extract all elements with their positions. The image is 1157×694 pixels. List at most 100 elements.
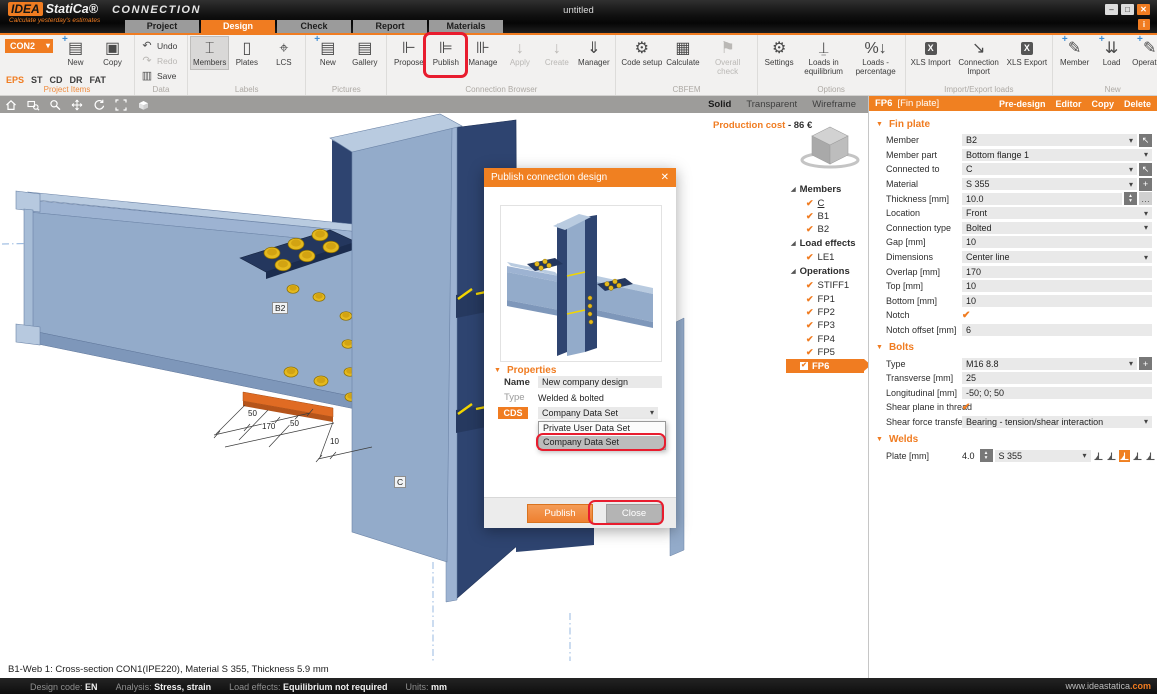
tab-project[interactable]: Project [125, 20, 199, 33]
field-value[interactable]: Front▾ [962, 207, 1152, 219]
weld-type-icon-3[interactable] [1119, 450, 1130, 462]
check-icon[interactable]: ✔ [806, 198, 814, 209]
field-value[interactable]: -50; 0; 50 [962, 387, 1152, 399]
cds-select[interactable]: Company Data Set ▾ [538, 407, 658, 419]
ribbon-button-new[interactable]: ▤+New [57, 37, 94, 69]
field-value[interactable]: C▾ [962, 163, 1137, 175]
ribbon-button-lcs[interactable]: ⌖LCS [265, 37, 302, 69]
ribbon-button-xls-import[interactable]: XXLS Import [909, 37, 953, 69]
field-value[interactable]: Bottom flange 1▾ [962, 149, 1152, 161]
collapse-icon[interactable]: ◢ [791, 186, 796, 193]
website-link[interactable]: www.ideastatica.com [1065, 681, 1157, 691]
weld-type-icon-4[interactable] [1132, 450, 1143, 462]
ribbon-button-loads-percentage[interactable]: %↓Loads - percentage [850, 37, 902, 77]
properties-section[interactable]: ▼ Properties [494, 365, 556, 376]
tree-item-fp2[interactable]: ✔FP2 [784, 306, 864, 319]
field-value[interactable]: B2▾ [962, 134, 1137, 146]
add-button[interactable]: + [1139, 178, 1152, 191]
field-value[interactable]: 10 [962, 280, 1152, 292]
view-mode-solid[interactable]: Solid [708, 99, 731, 110]
field-value[interactable]: M16 8.8▾ [962, 358, 1137, 370]
ribbon-button-overall-check[interactable]: ⚑Overall check [702, 37, 754, 77]
weld-type-icon-5[interactable] [1145, 450, 1156, 462]
field-value[interactable]: 170 [962, 266, 1152, 278]
add-button[interactable]: + [1139, 357, 1152, 370]
tree-item-b2[interactable]: ✔B2 [784, 223, 864, 236]
ribbon-button-code-setup[interactable]: ⚙Code setup [619, 37, 664, 69]
ribbon-button-load[interactable]: ⇊+Load [1093, 37, 1130, 69]
pan-icon[interactable] [66, 97, 88, 112]
tree-item-c[interactable]: ✔C [784, 197, 864, 210]
viewport-3d[interactable]: SolidTransparentWireframe [0, 96, 868, 661]
ribbon-button-undo[interactable]: ↶Undo [138, 39, 184, 52]
ribbon-button-operation[interactable]: ✎+Operation [1130, 37, 1157, 69]
tab-report[interactable]: Report [353, 20, 427, 33]
field-value[interactable]: Center line▾ [962, 251, 1152, 263]
ribbon-button-connection-import[interactable]: ↘Connection Import [953, 37, 1005, 77]
field-value[interactable]: Bearing - tension/shear interaction▾ [962, 416, 1152, 428]
ribbon-button-member[interactable]: ✎+Member [1056, 37, 1093, 69]
field-value[interactable]: 6 [962, 324, 1152, 336]
info-button[interactable]: i [1138, 19, 1150, 30]
zoom-extents-icon[interactable] [110, 97, 132, 112]
member-label-c[interactable]: C [394, 476, 406, 488]
ribbon-button-apply[interactable]: ↓Apply [501, 37, 538, 69]
field-value[interactable]: Bolted▾ [962, 222, 1152, 234]
ribbon-button-loads-in-equilibrium[interactable]: ⍊Loads in equilibrium [798, 37, 850, 77]
ribbon-button-save[interactable]: ▥Save [138, 69, 184, 82]
stepper-control[interactable]: ▴▾ [980, 449, 993, 462]
close-dialog-button[interactable]: Close [606, 504, 662, 523]
ellipsis-button[interactable]: … [1139, 192, 1152, 205]
project-code-dr[interactable]: DR [70, 75, 83, 85]
weld-material-select[interactable]: S 355▾ [995, 450, 1091, 462]
tree-item-le1[interactable]: ✔LE1 [784, 251, 864, 264]
ribbon-button-members[interactable]: ⌶Members [191, 37, 228, 69]
ribbon-button-create[interactable]: ↓Create [538, 37, 575, 69]
connection-selector[interactable]: CON2 ▾ [5, 39, 53, 53]
field-value[interactable]: 25 [962, 372, 1152, 384]
panel-action-copy[interactable]: Copy [1091, 99, 1114, 109]
checkbox-icon[interactable]: ✔ [800, 362, 808, 370]
ribbon-button-redo[interactable]: ↷Redo [138, 54, 184, 67]
panel-action-editor[interactable]: Editor [1055, 99, 1081, 109]
field-value[interactable]: 10 [962, 295, 1152, 307]
collapse-icon[interactable]: ◢ [791, 268, 796, 275]
zoom-icon[interactable] [44, 97, 66, 112]
ribbon-button-publish[interactable]: ⊫Publish [427, 37, 464, 69]
minimize-button[interactable]: – [1105, 4, 1118, 15]
ribbon-button-copy[interactable]: ▣Copy [94, 37, 131, 69]
ribbon-button-gallery[interactable]: ▤Gallery [346, 37, 383, 69]
check-icon[interactable]: ✔ [806, 307, 814, 318]
weld-type-icon-2[interactable] [1106, 450, 1117, 462]
weld-type-icon-1[interactable] [1093, 450, 1104, 462]
ribbon-button-new[interactable]: ▤+New [309, 37, 346, 69]
check-icon[interactable]: ✔ [806, 211, 814, 222]
project-code-st[interactable]: ST [31, 75, 43, 85]
ribbon-button-settings[interactable]: ⚙Settings [761, 37, 798, 69]
field-value[interactable]: 10 [962, 236, 1152, 248]
tree-item-fp6[interactable]: ✔FP6 [786, 359, 864, 372]
tree-group-load-effects[interactable]: ◢Load effects [784, 237, 864, 252]
panel-action-delete[interactable]: Delete [1124, 99, 1151, 109]
check-icon[interactable]: ✔ [806, 334, 814, 345]
checkmark-icon[interactable]: ✔ [962, 402, 970, 413]
check-icon[interactable]: ✔ [806, 320, 814, 331]
section-welds[interactable]: ▼Welds [869, 431, 1157, 448]
tab-materials[interactable]: Materials [429, 20, 503, 33]
view-mode-transparent[interactable]: Transparent [746, 99, 797, 110]
close-icon[interactable]: ✕ [661, 172, 669, 183]
zoom-window-icon[interactable] [22, 97, 44, 112]
tree-item-stiff1[interactable]: ✔STIFF1 [784, 279, 864, 292]
section-bolts[interactable]: ▼Bolts [869, 339, 1157, 356]
close-button[interactable]: ✕ [1137, 4, 1150, 15]
ribbon-button-manager[interactable]: ⇓Manager [575, 37, 612, 69]
ribbon-button-propose[interactable]: ⊩Propose [390, 37, 427, 69]
navigation-cube[interactable] [798, 122, 862, 170]
tab-check[interactable]: Check [277, 20, 351, 33]
rotate-icon[interactable] [88, 97, 110, 112]
field-value[interactable]: S 355▾ [962, 178, 1137, 190]
maximize-button[interactable]: □ [1121, 4, 1134, 15]
member-label-b2[interactable]: B2 [272, 302, 288, 314]
check-icon[interactable]: ✔ [806, 252, 814, 263]
tree-item-fp3[interactable]: ✔FP3 [784, 319, 864, 332]
